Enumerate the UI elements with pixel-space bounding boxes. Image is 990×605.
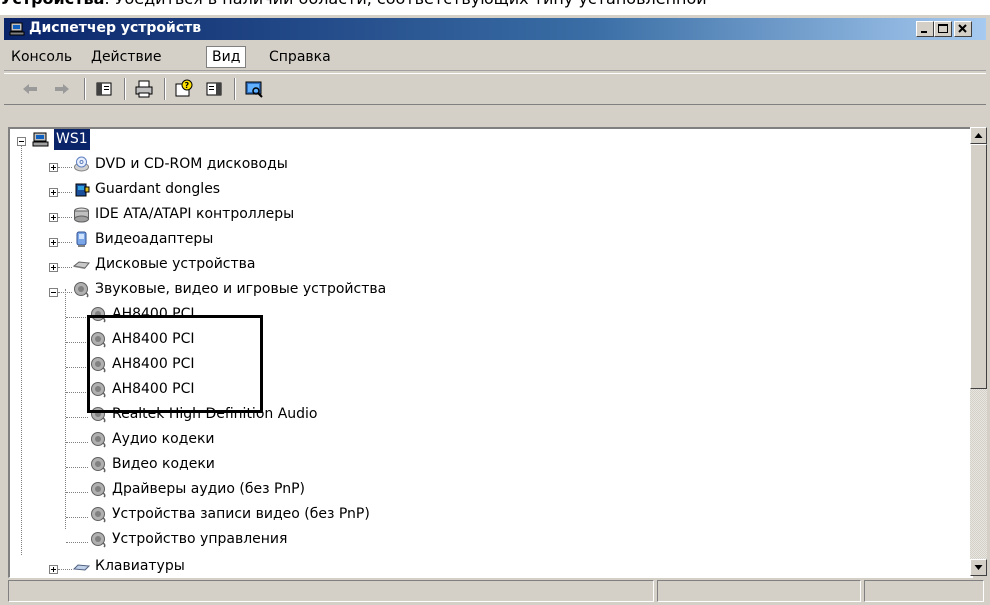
menu-action[interactable]: Действие [86,47,166,67]
close-icon [958,24,967,33]
device-manager-icon [9,22,25,36]
expand-toggle[interactable] [49,238,58,247]
expand-toggle[interactable] [49,565,58,574]
tree-item-label: Дисковые устройства [95,256,256,272]
doc-text-rest: . Убедиться в наличии области, соответст… [104,0,706,8]
status-bar [4,580,986,602]
scroll-down-button[interactable] [970,559,987,576]
print-icon[interactable] [134,79,154,99]
window-title: Диспетчер устройств [29,20,202,36]
status-pane [8,580,654,602]
sound-device-icon [91,482,106,498]
scroll-thumb[interactable] [970,144,987,389]
scan-hardware-icon[interactable] [244,79,264,99]
back-arrow-icon[interactable] [20,79,40,99]
tree-line [66,542,88,543]
tree-line [66,392,88,393]
sound-device-icon [74,282,89,298]
tree-line [58,569,72,570]
expand-toggle[interactable] [49,188,58,197]
tree-line [66,342,88,343]
close-button[interactable] [954,21,972,37]
device-manager-window: Диспетчер устройств Консоль Действие Вид… [0,15,990,605]
doc-text-bold: Устройства [0,0,104,8]
down-arrow-icon [974,565,983,570]
sound-device-icon [91,507,106,523]
tree-line [21,141,22,555]
tree-line [66,517,88,518]
tree-child-label: Устройства записи видео (без PnP) [112,506,370,522]
menu-help[interactable]: Справка [264,47,336,67]
status-pane [864,580,984,602]
display-adapter-icon [76,231,87,247]
tree-child-label: Драйверы аудио (без PnP) [112,481,305,497]
collapse-toggle[interactable] [17,137,26,146]
tree-line [66,492,88,493]
tree-line [58,292,72,293]
toolbar-separator [124,78,126,100]
forward-arrow-icon[interactable] [52,79,72,99]
title-bar[interactable]: Диспетчер устройств [4,18,986,40]
minimize-button[interactable] [916,21,934,37]
status-pane [657,580,861,602]
tree-line [66,442,88,443]
tree-child-label: Видео кодеки [112,456,215,472]
dvd-drive-icon [74,156,89,172]
collapse-toggle[interactable] [49,288,58,297]
tree-child-label: Устройство управления [112,531,288,547]
tree-line [66,417,88,418]
tree-item-label: IDE ATA/ATAPI контроллеры [95,206,295,222]
tree-item-label: Видеоадаптеры [95,231,214,247]
sound-device-icon [91,432,106,448]
maximize-button[interactable] [934,21,952,37]
menu-view[interactable]: Вид [206,46,247,68]
expand-toggle[interactable] [49,163,58,172]
computer-icon [32,132,49,147]
expand-toggle[interactable] [49,263,58,272]
minimize-icon [921,31,927,33]
menu-console[interactable]: Консоль [6,47,77,67]
svg-text:?: ? [185,81,190,90]
tree-root-label: WS1 [54,129,90,150]
tree-line [66,317,88,318]
maximize-icon [938,24,948,33]
toolbar-separator [84,78,86,100]
toolbar-separator [164,78,166,100]
highlight-box [87,315,263,413]
device-tree[interactable]: WS1 DVD и CD-ROM дисководы Guardant dong… [8,127,973,578]
show-hide-action-pane-icon[interactable] [204,79,224,99]
show-hide-console-tree-icon[interactable] [94,79,114,99]
disk-drive-icon [73,261,90,269]
toolbar-separator [234,78,236,100]
scroll-up-button[interactable] [970,127,987,144]
menu-bar: Консоль Действие Вид Справка [4,44,986,71]
up-arrow-icon [974,133,983,138]
toolbar: ? [4,73,986,105]
tree-line [58,217,72,218]
tree-item-label: Клавиатуры [95,558,185,574]
tree-line [65,289,66,529]
tree-line [58,267,72,268]
tree-line [58,167,72,168]
keyboard-icon [73,564,90,571]
help-icon[interactable]: ? [174,79,194,99]
expand-toggle[interactable] [49,213,58,222]
tree-item-label: Guardant dongles [95,181,221,197]
sound-device-icon [91,532,106,548]
tree-child-label: Аудио кодеки [112,431,215,447]
ide-controller-icon [74,207,89,223]
tree-line [66,367,88,368]
vertical-scrollbar[interactable] [970,127,987,576]
sound-device-icon [91,457,106,473]
tree-item-label: Звуковые, видео и игровые устройства [95,281,387,297]
tree-line [58,242,72,243]
dongle-icon [75,183,90,197]
tree-line [58,192,72,193]
document-text: Устройства. Убедиться в наличии области,… [0,0,990,9]
tree-line [66,467,88,468]
tree-item-label: DVD и CD-ROM дисководы [95,156,288,172]
